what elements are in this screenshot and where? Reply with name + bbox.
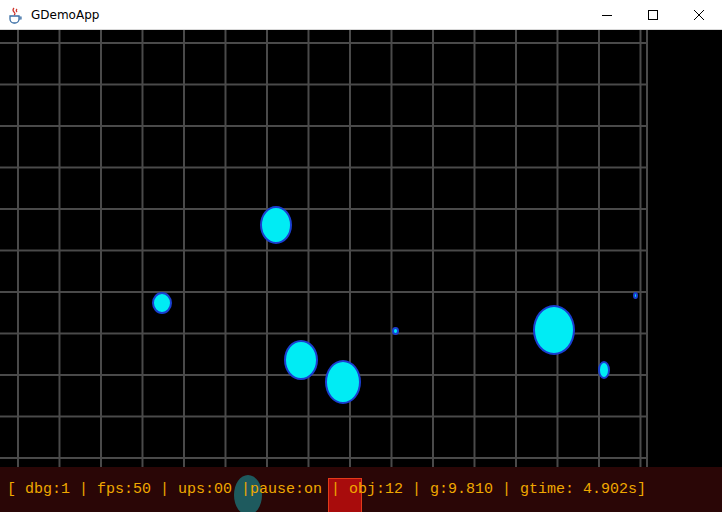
minimize-button[interactable] <box>584 0 630 29</box>
ball-object <box>633 292 638 299</box>
status-bar: [ dbg:1 | fps:50 | ups:00 |pause:on | ob… <box>0 467 722 512</box>
java-cup-icon <box>7 6 23 24</box>
title-bar: GDemoApp <box>0 0 722 30</box>
ball-object <box>325 360 361 404</box>
window-title: GDemoApp <box>31 8 99 22</box>
ball-object <box>284 340 318 380</box>
app-window: GDemoApp [ dbg:1 | fps:50 | ups:00 |pause… <box>0 0 722 512</box>
status-text: [ dbg:1 | fps:50 | ups:00 |pause:on | ob… <box>7 481 646 498</box>
minimize-icon <box>602 10 612 20</box>
maximize-icon <box>648 10 658 20</box>
maximize-button[interactable] <box>630 0 676 29</box>
world-grid <box>0 30 648 467</box>
close-icon <box>694 10 704 20</box>
ball-object <box>533 305 575 355</box>
ball-object <box>260 206 292 244</box>
ball-object <box>152 292 172 314</box>
ball-object <box>598 361 610 379</box>
close-button[interactable] <box>676 0 722 29</box>
ball-object <box>392 327 399 335</box>
outside-area <box>648 30 722 467</box>
game-stage <box>0 30 722 467</box>
